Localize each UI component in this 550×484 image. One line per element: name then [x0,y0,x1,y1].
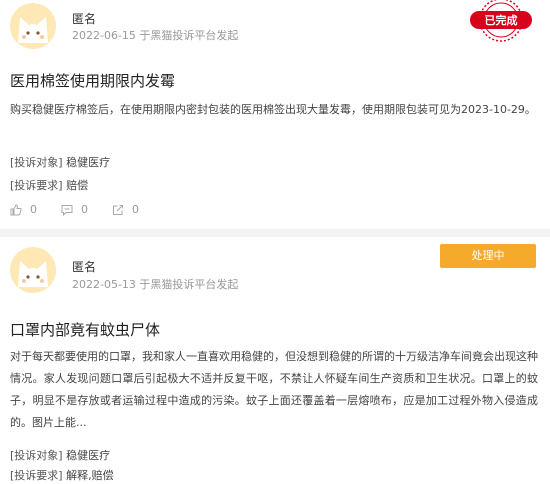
post-title[interactable]: 口罩内部竟有蚊虫尸体 [10,319,160,340]
complaint-demand-value: 解释,赔偿 [66,469,114,482]
avatar [10,3,56,49]
completed-stamp-icon: 已完成 [470,0,532,42]
post-title[interactable]: 医用棉签使用期限内发霉 [10,70,175,91]
complaint-demand-value: 赔偿 [66,179,89,192]
complaint-demand-label: [投诉要求] [10,469,63,482]
post-description[interactable]: 对于每天都要使用的口罩，我和家人一直喜欢用稳健的，但没想到稳健的所谓的十万级洁净… [10,346,538,434]
author-name[interactable]: 匿名 [72,258,96,275]
complaint-target: [投诉对象] 稳健医疗 [10,447,110,463]
status-stamp: 已完成 [464,0,538,44]
share-count: 0 [132,203,139,216]
complaint-card[interactable]: 匿名 2022-05-13 于黑猫投诉平台发起 处理中 口罩内部竟有蚊虫尸体 对… [0,236,550,484]
status-badge: 处理中 [440,244,536,268]
complaint-demand: [投诉要求] 赔偿 [10,177,88,193]
comment-count: 0 [81,203,88,216]
thumb-up-icon [10,204,22,216]
status-stamp-text: 已完成 [485,13,518,27]
post-date: 2022-05-13 于黑猫投诉平台发起 [72,278,239,291]
complaint-target-label: [投诉对象] [10,156,63,169]
complaint-demand-label: [投诉要求] [10,179,63,192]
complaint-target-label: [投诉对象] [10,449,63,462]
complaint-target: [投诉对象] 稳健医疗 [10,154,110,170]
avatar [10,247,56,293]
share-icon [113,205,123,215]
complaint-demand: [投诉要求] 解释,赔偿 [10,467,114,483]
cat-avatar-icon [18,17,48,43]
complaint-target-value[interactable]: 稳健医疗 [66,449,110,462]
complaint-card[interactable]: 匿名 2022-06-15 于黑猫投诉平台发起 已完成 医用棉签使用期限内发霉 … [0,0,550,232]
author-name[interactable]: 匿名 [72,10,96,27]
comment-icon [61,205,73,216]
post-description[interactable]: 购买稳健医疗棉签后，在使用期限内密封包装的医用棉签出现大量发霉，使用期限包装可见… [10,99,538,121]
post-date: 2022-06-15 于黑猫投诉平台发起 [72,29,239,42]
cat-avatar-icon [18,261,48,287]
like-count: 0 [30,203,37,216]
complaint-target-value[interactable]: 稳健医疗 [66,156,110,169]
